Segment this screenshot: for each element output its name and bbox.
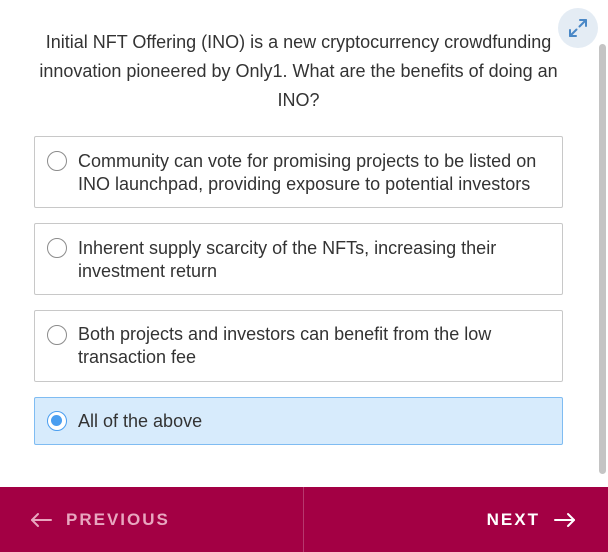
expand-icon <box>569 19 587 37</box>
previous-button[interactable]: PREVIOUS <box>30 487 170 552</box>
next-button-label: NEXT <box>486 509 540 529</box>
footer-divider <box>303 487 304 552</box>
previous-button-label: PREVIOUS <box>66 509 170 529</box>
next-button[interactable]: NEXT <box>487 487 576 552</box>
radio-button-selected[interactable] <box>47 411 67 431</box>
answer-option-4[interactable]: All of the above <box>34 397 563 445</box>
radio-button[interactable] <box>47 238 67 258</box>
answer-option-label: Community can vote for promising project… <box>78 151 537 194</box>
question-text: Initial NFT Offering (INO) is a new cryp… <box>39 32 558 110</box>
radio-button[interactable] <box>47 151 67 171</box>
answer-option-2[interactable]: Inherent supply scarcity of the NFTs, in… <box>34 223 563 295</box>
answer-option-label: Both projects and investors can benefit … <box>78 324 492 367</box>
answer-option-label: All of the above <box>78 411 203 431</box>
scrollbar-thumb[interactable] <box>599 44 606 474</box>
navigation-footer: PREVIOUS NEXT <box>0 487 608 552</box>
answer-option-label: Inherent supply scarcity of the NFTs, in… <box>78 238 497 281</box>
answer-option-3[interactable]: Both projects and investors can benefit … <box>34 310 563 382</box>
radio-button[interactable] <box>47 325 67 345</box>
arrow-right-icon <box>554 512 575 527</box>
expand-button[interactable] <box>558 8 598 48</box>
arrow-left-icon <box>31 512 52 527</box>
answer-option-1[interactable]: Community can vote for promising project… <box>34 136 563 208</box>
